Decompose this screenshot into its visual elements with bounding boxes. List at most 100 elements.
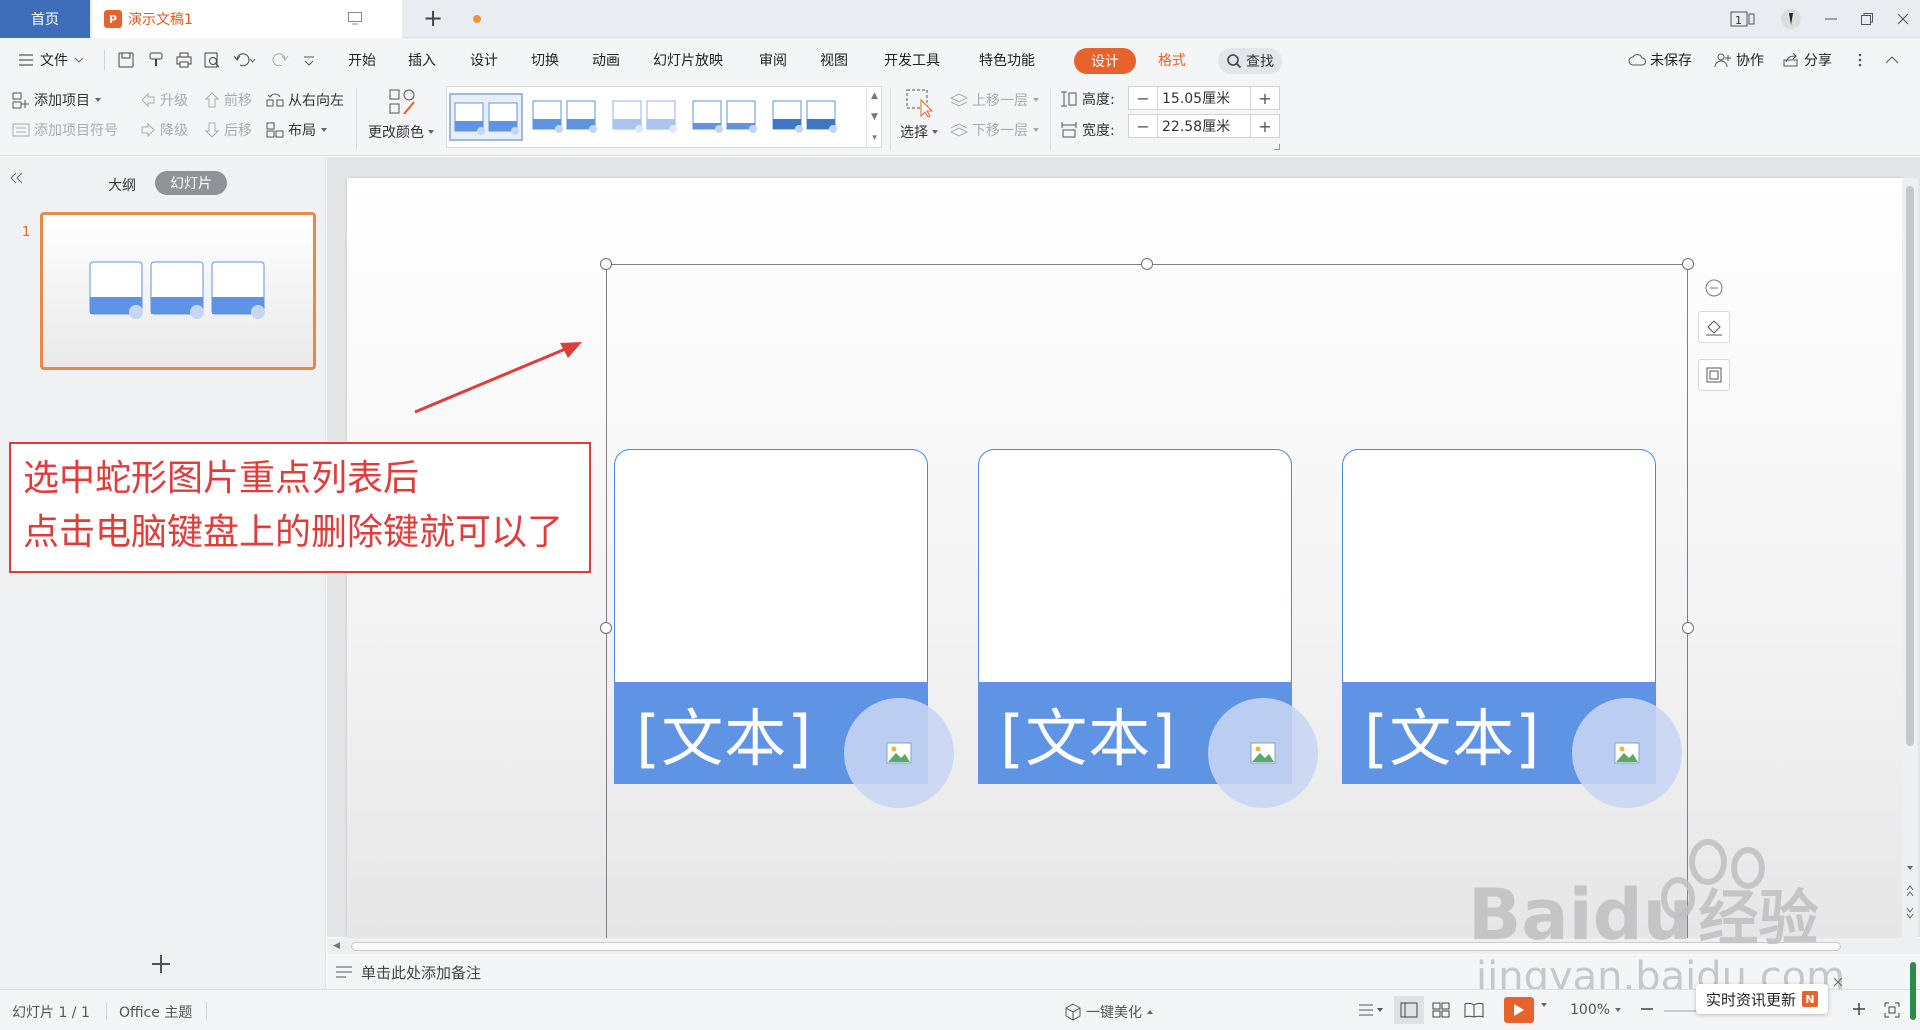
- zoom-out-small-icon[interactable]: [1704, 278, 1724, 298]
- play-slideshow-button[interactable]: [1504, 997, 1534, 1023]
- search-button[interactable]: 查找: [1218, 48, 1282, 74]
- resize-handle[interactable]: [600, 622, 612, 634]
- shape-outline-tool[interactable]: [1698, 359, 1730, 391]
- theme-name[interactable]: Office 主题: [119, 1002, 192, 1022]
- style-thumbnail[interactable]: [449, 93, 523, 141]
- height-increase-button[interactable]: +: [1251, 87, 1279, 109]
- card-picture-area[interactable]: [978, 449, 1292, 682]
- file-menu[interactable]: 文件: [18, 50, 84, 70]
- collapse-panel-icon[interactable]: [8, 171, 24, 185]
- smartart-card[interactable]: [文本]: [1342, 449, 1682, 808]
- menu-special-features[interactable]: 特色功能: [979, 50, 1035, 70]
- scroll-left-icon[interactable]: ◀: [333, 941, 340, 951]
- save-icon[interactable]: [116, 50, 136, 70]
- card-image-placeholder[interactable]: [1572, 698, 1682, 808]
- menu-slideshow[interactable]: 幻灯片放映: [653, 50, 723, 70]
- expand-gallery-icon[interactable]: ▾: [872, 133, 877, 143]
- menu-animations[interactable]: 动画: [592, 50, 620, 70]
- page-indicator-icon[interactable]: 1: [1728, 6, 1758, 32]
- demote-button[interactable]: 降级: [140, 120, 188, 140]
- format-painter-icon[interactable]: [146, 50, 166, 70]
- new-tab-button[interactable]: +: [420, 6, 446, 32]
- card-image-placeholder[interactable]: [844, 698, 954, 808]
- undo-icon[interactable]: [232, 50, 256, 70]
- bring-forward-button[interactable]: 上移一层: [950, 90, 1040, 110]
- menu-design[interactable]: 设计: [470, 50, 498, 70]
- card-picture-area[interactable]: [1342, 449, 1656, 682]
- unsaved-button[interactable]: 未保存: [1628, 50, 1692, 70]
- menu-review[interactable]: 审阅: [759, 50, 787, 70]
- height-value[interactable]: 15.05厘米: [1157, 87, 1251, 109]
- height-decrease-button[interactable]: −: [1129, 87, 1157, 109]
- style-thumbnail[interactable]: [609, 93, 683, 141]
- promote-button[interactable]: 升级: [140, 90, 188, 110]
- close-news-icon[interactable]: [1832, 976, 1844, 988]
- gallery-scroll[interactable]: ▲ ▼ ▾: [866, 86, 882, 148]
- chevron-up-icon[interactable]: ▲: [871, 91, 878, 101]
- width-value[interactable]: 22.58厘米: [1157, 115, 1251, 137]
- style-thumbnail[interactable]: [529, 93, 603, 141]
- tab-smartart-design[interactable]: 设计: [1074, 48, 1136, 74]
- change-color-button[interactable]: 更改颜色: [368, 88, 435, 142]
- style-thumbnail[interactable]: [689, 93, 763, 141]
- move-up-button[interactable]: 前移: [204, 90, 252, 110]
- sorter-view-icon[interactable]: [1432, 1002, 1450, 1018]
- menu-view[interactable]: 视图: [820, 50, 848, 70]
- layout-button[interactable]: 布局: [266, 120, 328, 140]
- beautify-button[interactable]: 一键美化: [1064, 1002, 1154, 1022]
- chevron-down-icon[interactable]: ▼: [871, 112, 878, 122]
- quick-access-dropdown-icon[interactable]: [302, 50, 322, 70]
- resize-handle[interactable]: [600, 258, 612, 270]
- add-bullet-button[interactable]: 添加项目符号: [12, 120, 118, 140]
- slideshow-dropdown-icon[interactable]: [1540, 1002, 1548, 1008]
- add-item-button[interactable]: 添加项目: [12, 90, 102, 110]
- vertical-scrollbar[interactable]: [1902, 178, 1918, 938]
- zoom-in-icon[interactable]: [1852, 1002, 1866, 1016]
- resize-handle[interactable]: [1682, 622, 1694, 634]
- move-down-button[interactable]: 后移: [204, 120, 252, 140]
- select-button[interactable]: 选择: [900, 88, 939, 142]
- scroll-thumb[interactable]: [1906, 186, 1914, 746]
- share-button[interactable]: 分享: [1782, 50, 1832, 70]
- collapse-ribbon-icon[interactable]: [1884, 50, 1904, 70]
- fit-window-icon[interactable]: [1884, 1002, 1900, 1018]
- minimize-icon[interactable]: [1816, 6, 1846, 32]
- notes-placeholder[interactable]: 单击此处添加备注: [361, 962, 481, 983]
- add-slide-button[interactable]: [150, 953, 172, 975]
- more-options-icon[interactable]: [1856, 50, 1876, 70]
- width-decrease-button[interactable]: −: [1129, 115, 1157, 137]
- width-increase-button[interactable]: +: [1251, 115, 1279, 137]
- tab-outline[interactable]: 大纲: [108, 175, 136, 195]
- notes-toggle-icon[interactable]: [1358, 1002, 1384, 1018]
- card-image-placeholder[interactable]: [1208, 698, 1318, 808]
- menu-insert[interactable]: 插入: [408, 50, 436, 70]
- collab-button[interactable]: 协作: [1714, 50, 1764, 70]
- reading-view-icon[interactable]: [1464, 1002, 1484, 1018]
- right-to-left-button[interactable]: 从右向左: [266, 90, 344, 110]
- tab-document[interactable]: P 演示文稿1: [92, 0, 481, 38]
- menu-home[interactable]: 开始: [348, 50, 376, 70]
- tab-home[interactable]: 首页: [0, 0, 90, 38]
- monitor-icon[interactable]: [347, 10, 363, 26]
- shape-fill-tool[interactable]: [1698, 311, 1730, 343]
- smartart-card[interactable]: [文本]: [614, 449, 954, 808]
- restore-icon[interactable]: [1852, 6, 1882, 32]
- redo-icon[interactable]: [270, 50, 290, 70]
- send-backward-button[interactable]: 下移一层: [950, 120, 1040, 140]
- print-preview-icon[interactable]: [202, 50, 222, 70]
- menu-developer[interactable]: 开发工具: [884, 50, 940, 70]
- card-picture-area[interactable]: [614, 449, 928, 682]
- print-icon[interactable]: [174, 50, 194, 70]
- menu-transitions[interactable]: 切换: [531, 50, 559, 70]
- close-icon[interactable]: [1888, 6, 1918, 32]
- resize-handle[interactable]: [1141, 258, 1153, 270]
- resize-handle[interactable]: [1682, 258, 1694, 270]
- width-input[interactable]: − 22.58厘米 +: [1128, 114, 1280, 138]
- normal-view-icon[interactable]: [1394, 996, 1424, 1024]
- dialog-launcher-icon[interactable]: [1274, 144, 1280, 150]
- style-thumbnail[interactable]: [769, 93, 843, 141]
- height-input[interactable]: − 15.05厘米 +: [1128, 86, 1280, 110]
- tab-slides[interactable]: 幻灯片: [155, 171, 227, 195]
- zoom-dropdown[interactable]: 100%: [1570, 1002, 1622, 1018]
- zoom-out-icon[interactable]: [1640, 1002, 1654, 1016]
